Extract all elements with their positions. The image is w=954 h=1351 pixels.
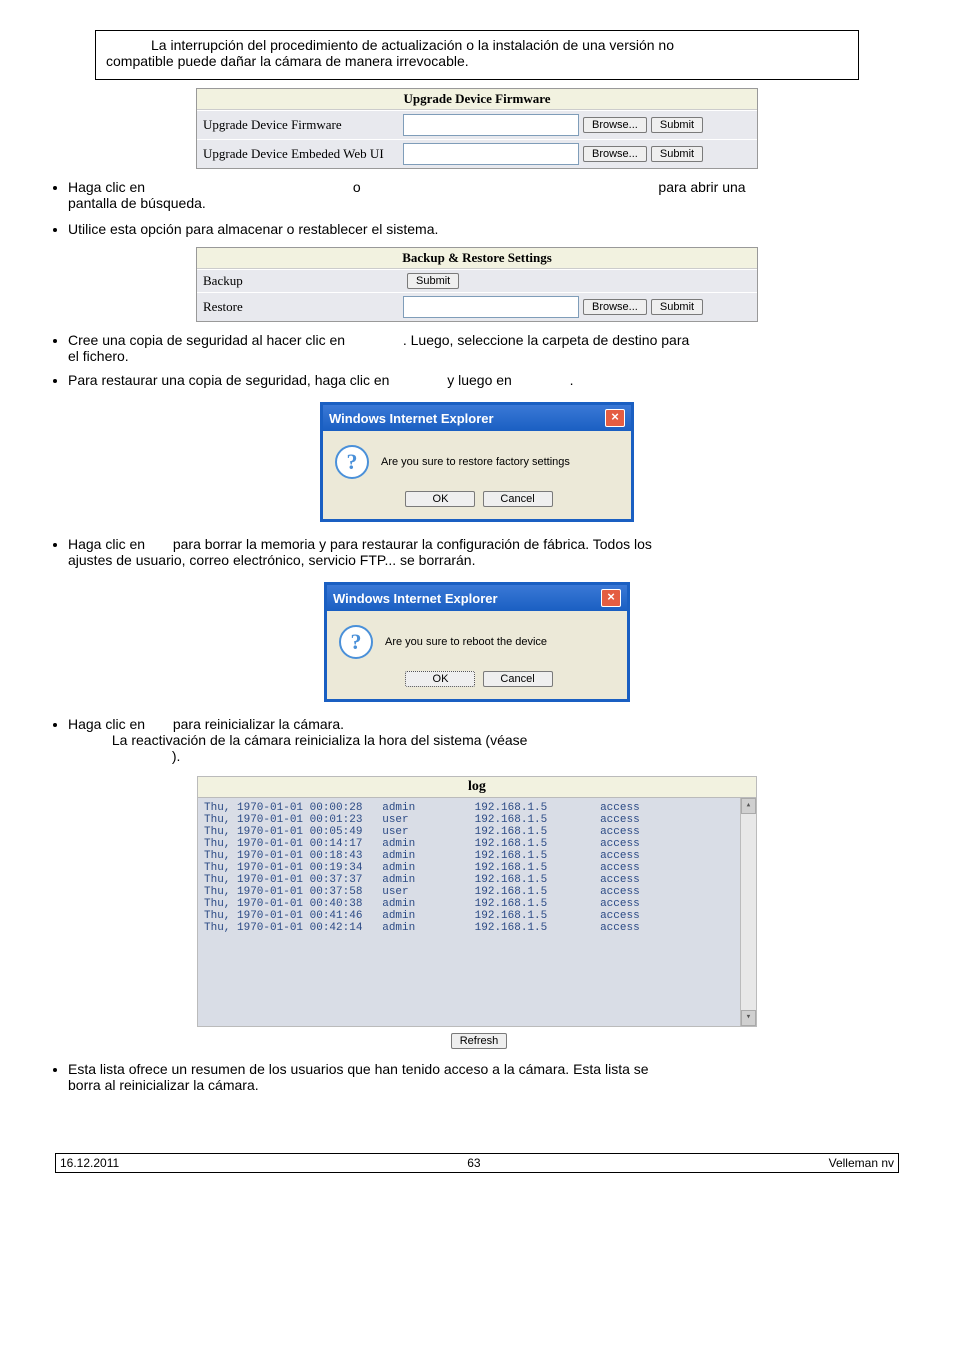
bullet-restore: Para restaurar una copia de seguridad, h… — [68, 372, 914, 388]
log-line: Thu, 1970-01-01 00:14:17 admin 192.168.1… — [204, 838, 750, 850]
log-line: Thu, 1970-01-01 00:42:14 admin 192.168.1… — [204, 922, 750, 934]
submit-button[interactable]: Submit — [651, 117, 703, 133]
log-line: Thu, 1970-01-01 00:37:58 user 192.168.1.… — [204, 886, 750, 898]
bullet-backup-create: Cree una copia de seguridad al hacer cli… — [68, 332, 914, 364]
warning-line2: compatible puede dañar la cámara de mane… — [106, 53, 848, 69]
upgrade-firmware-input[interactable] — [403, 114, 579, 136]
question-icon: ? — [335, 445, 369, 479]
log-line: Thu, 1970-01-01 00:18:43 admin 192.168.1… — [204, 850, 750, 862]
log-line: Thu, 1970-01-01 00:37:37 admin 192.168.1… — [204, 874, 750, 886]
submit-button[interactable]: Submit — [651, 146, 703, 162]
log-line: Thu, 1970-01-01 00:00:28 admin 192.168.1… — [204, 802, 750, 814]
upgrade-panel-title: Upgrade Device Firmware — [197, 89, 757, 110]
bullet-click-browse: Haga clic en o para abrir una pantalla d… — [68, 179, 914, 211]
cancel-button[interactable]: Cancel — [483, 491, 553, 507]
log-line: Thu, 1970-01-01 00:41:46 admin 192.168.1… — [204, 910, 750, 922]
dialog-message: Are you sure to reboot the device — [385, 636, 547, 648]
restore-label: Restore — [203, 299, 403, 315]
dialog-title: Windows Internet Explorer — [329, 411, 494, 426]
browse-button[interactable]: Browse... — [583, 299, 647, 315]
close-icon[interactable]: × — [601, 589, 621, 607]
restore-input[interactable] — [403, 296, 579, 318]
ok-button[interactable]: OK — [405, 671, 475, 687]
log-body: Thu, 1970-01-01 00:00:28 admin 192.168.1… — [197, 797, 757, 1027]
cancel-button[interactable]: Cancel — [483, 671, 553, 687]
backup-label: Backup — [203, 273, 403, 289]
bullet-reboot: Haga clic en para reinicializar la cámar… — [68, 716, 914, 764]
log-line: Thu, 1970-01-01 00:01:23 user 192.168.1.… — [204, 814, 750, 826]
footer-brand: Velleman nv — [829, 1156, 894, 1170]
page-footer: 16.12.2011 63 Velleman nv — [55, 1153, 899, 1173]
ok-button[interactable]: OK — [405, 491, 475, 507]
backup-submit-button[interactable]: Submit — [407, 273, 459, 289]
bullet-backup-intro: Utilice esta opción para almacenar o res… — [68, 221, 914, 237]
bullet-factory-reset: Haga clic en para borrar la memoria y pa… — [68, 536, 914, 568]
footer-page: 63 — [467, 1156, 480, 1170]
scroll-down-icon[interactable]: ▾ — [741, 1010, 756, 1026]
log-panel: log Thu, 1970-01-01 00:00:28 admin 192.1… — [197, 776, 757, 1049]
upgrade-panel: Upgrade Device Firmware Upgrade Device F… — [196, 88, 758, 169]
bullet-log-info: Esta lista ofrece un resumen de los usua… — [68, 1061, 914, 1093]
log-title: log — [197, 776, 757, 797]
browse-button[interactable]: Browse... — [583, 117, 647, 133]
dialog-title: Windows Internet Explorer — [333, 591, 498, 606]
log-line: Thu, 1970-01-01 00:05:49 user 192.168.1.… — [204, 826, 750, 838]
log-line: Thu, 1970-01-01 00:40:38 admin 192.168.1… — [204, 898, 750, 910]
warning-line1: La interrupción del procedimiento de act… — [106, 37, 848, 53]
backup-panel-title: Backup & Restore Settings — [197, 248, 757, 269]
upgrade-firmware-label: Upgrade Device Firmware — [203, 117, 403, 133]
log-line: Thu, 1970-01-01 00:19:34 admin 192.168.1… — [204, 862, 750, 874]
question-icon: ? — [339, 625, 373, 659]
submit-button[interactable]: Submit — [651, 299, 703, 315]
backup-panel: Backup & Restore Settings Backup Submit … — [196, 247, 758, 322]
refresh-button[interactable]: Refresh — [451, 1033, 508, 1049]
upgrade-webui-input[interactable] — [403, 143, 579, 165]
reboot-dialog: Windows Internet Explorer × ? Are you su… — [324, 582, 630, 702]
close-icon[interactable]: × — [605, 409, 625, 427]
scrollbar[interactable]: ▴ ▾ — [740, 798, 756, 1026]
upgrade-webui-label: Upgrade Device Embeded Web UI — [203, 146, 403, 162]
dialog-message: Are you sure to restore factory settings — [381, 456, 570, 468]
scroll-up-icon[interactable]: ▴ — [741, 798, 756, 814]
footer-date: 16.12.2011 — [60, 1156, 119, 1170]
warning-box: La interrupción del procedimiento de act… — [95, 30, 859, 80]
restore-dialog: Windows Internet Explorer × ? Are you su… — [320, 402, 634, 522]
browse-button[interactable]: Browse... — [583, 146, 647, 162]
